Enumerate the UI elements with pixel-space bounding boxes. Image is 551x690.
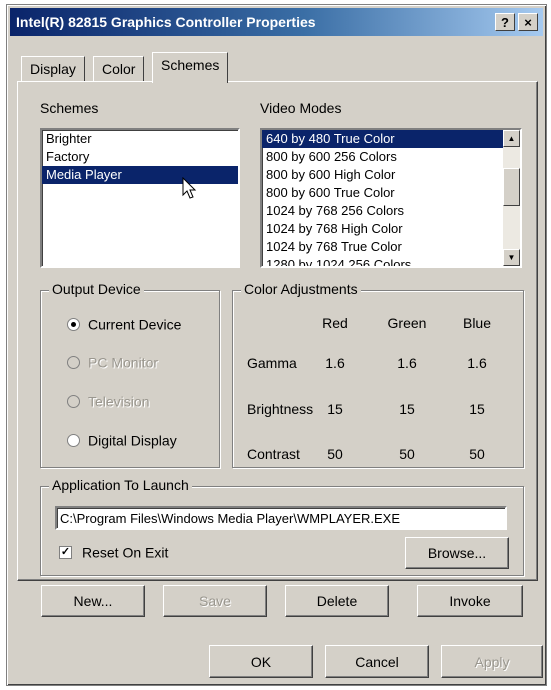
- color-adjustments-label: Color Adjustments: [241, 281, 361, 297]
- column-header-blue: Blue: [462, 315, 492, 331]
- tab-color[interactable]: Color: [93, 56, 145, 82]
- output-device-group: Output Device Current Device PC Monitor …: [40, 281, 220, 468]
- list-item-mode-6[interactable]: 1024 by 768 High Color: [262, 220, 503, 238]
- checkmark-icon[interactable]: ✓: [59, 545, 72, 559]
- reset-on-exit-checkbox[interactable]: ✓ Reset On Exit: [59, 543, 168, 560]
- save-button: Save: [163, 585, 267, 617]
- ok-button[interactable]: OK: [209, 645, 313, 678]
- list-item-mode-7[interactable]: 1024 by 768 True Color: [262, 238, 503, 256]
- window-title: Intel(R) 82815 Graphics Controller Prope…: [16, 14, 316, 30]
- contrast-blue-value: 50: [469, 446, 485, 462]
- schemes-label: Schemes: [40, 100, 99, 116]
- cancel-button[interactable]: Cancel: [325, 645, 429, 678]
- schemes-list[interactable]: Brighter Factory Media Player: [40, 128, 240, 268]
- tab-schemes[interactable]: Schemes: [152, 52, 229, 83]
- video-modes-list[interactable]: 640 by 480 True Color 800 by 600 256 Col…: [260, 128, 522, 268]
- radio-television: Television: [67, 392, 149, 412]
- list-item-factory[interactable]: Factory: [42, 148, 238, 166]
- browse-button[interactable]: Browse...: [405, 537, 509, 569]
- radio-current-device[interactable]: Current Device: [67, 315, 181, 335]
- list-item-mode-1[interactable]: 640 by 480 True Color: [262, 130, 503, 148]
- color-adjustments-group: Color Adjustments Red Green Blue Gamma 1…: [232, 281, 524, 468]
- radio-pc-monitor: PC Monitor: [67, 353, 158, 373]
- radio-label: PC Monitor: [88, 354, 159, 371]
- video-modes-label: Video Modes: [260, 100, 342, 116]
- gamma-red-value: 1.6: [325, 355, 345, 371]
- radio-digital-display[interactable]: Digital Display: [67, 431, 177, 451]
- list-item-mode-5[interactable]: 1024 by 768 256 Colors: [262, 202, 503, 220]
- help-button[interactable]: ?: [495, 13, 515, 31]
- invoke-button[interactable]: Invoke: [417, 585, 523, 617]
- radio-button-icon: [67, 394, 80, 408]
- list-item-mode-8[interactable]: 1280 by 1024 256 Colors: [262, 256, 503, 266]
- gamma-green-value: 1.6: [397, 355, 417, 371]
- row-label-brightness: Brightness: [247, 401, 314, 417]
- radio-button-icon[interactable]: [67, 317, 80, 331]
- new-button[interactable]: New...: [41, 585, 145, 617]
- row-label-gamma: Gamma: [247, 355, 297, 371]
- application-path-input[interactable]: [55, 506, 507, 530]
- list-item-mode-4[interactable]: 800 by 600 True Color: [262, 184, 503, 202]
- application-label: Application To Launch: [49, 477, 192, 493]
- radio-label: Current Device: [88, 316, 182, 333]
- list-item-mode-2[interactable]: 800 by 600 256 Colors: [262, 148, 503, 166]
- properties-dialog: Intel(R) 82815 Graphics Controller Prope…: [6, 4, 547, 686]
- tab-display[interactable]: Display: [21, 56, 85, 82]
- scroll-down-icon[interactable]: ▼: [503, 249, 520, 266]
- reset-on-exit-label: Reset On Exit: [82, 544, 169, 561]
- list-item-mode-3[interactable]: 800 by 600 High Color: [262, 166, 503, 184]
- list-item-media-player[interactable]: Media Player: [42, 166, 238, 184]
- contrast-green-value: 50: [399, 446, 415, 462]
- mouse-cursor-icon: [182, 177, 197, 199]
- contrast-red-value: 50: [327, 446, 343, 462]
- column-header-red: Red: [322, 315, 348, 331]
- brightness-blue-value: 15: [469, 401, 485, 417]
- application-group: Application To Launch ✓ Reset On Exit Bro…: [40, 477, 524, 576]
- radio-button-icon: [67, 355, 80, 369]
- title-bar[interactable]: Intel(R) 82815 Graphics Controller Prope…: [10, 8, 543, 36]
- row-label-contrast: Contrast: [247, 446, 300, 462]
- close-button[interactable]: ×: [518, 13, 538, 31]
- delete-button[interactable]: Delete: [285, 585, 389, 617]
- apply-button: Apply: [441, 645, 543, 678]
- schemes-panel: Schemes Brighter Factory Media Player Vi…: [17, 81, 538, 581]
- radio-label: Television: [88, 393, 150, 410]
- brightness-green-value: 15: [399, 401, 415, 417]
- list-item-brighter[interactable]: Brighter: [42, 130, 238, 148]
- output-device-label: Output Device: [49, 281, 144, 297]
- radio-button-icon[interactable]: [67, 433, 80, 447]
- scroll-thumb[interactable]: [503, 168, 520, 206]
- video-modes-scrollbar[interactable]: ▲ ▼: [503, 130, 520, 266]
- gamma-blue-value: 1.6: [467, 355, 487, 371]
- scroll-up-icon[interactable]: ▲: [503, 130, 520, 147]
- column-header-green: Green: [387, 315, 427, 331]
- radio-label: Digital Display: [88, 432, 177, 449]
- brightness-red-value: 15: [327, 401, 343, 417]
